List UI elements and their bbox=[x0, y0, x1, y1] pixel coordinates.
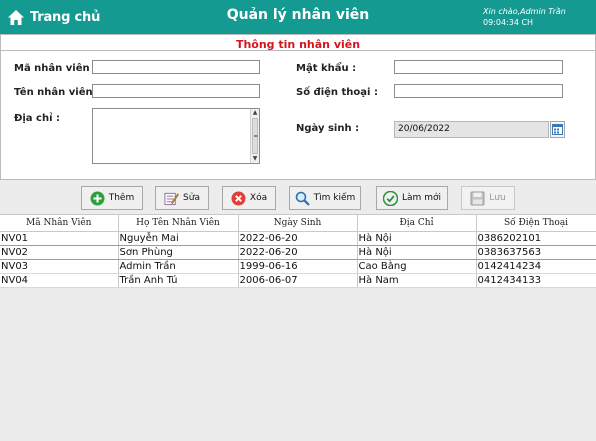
home-button[interactable]: Trang chủ bbox=[7, 7, 100, 27]
table-cell: 0412434133 bbox=[476, 273, 596, 288]
employee-table-area: Mã Nhân Viên Họ Tên Nhân Viên Ngày Sinh … bbox=[0, 214, 596, 441]
home-icon bbox=[8, 9, 24, 25]
scroll-up-icon[interactable]: ▲ bbox=[251, 109, 259, 117]
plus-icon bbox=[90, 191, 105, 206]
refresh-button[interactable]: Làm mới bbox=[376, 186, 448, 210]
add-button[interactable]: Thêm bbox=[81, 186, 143, 210]
address-textarea[interactable] bbox=[93, 109, 250, 163]
employee-table: Mã Nhân Viên Họ Tên Nhân Viên Ngày Sinh … bbox=[0, 215, 596, 288]
search-button[interactable]: Tìm kiếm bbox=[289, 186, 361, 210]
table-cell: Cao Bằng bbox=[357, 259, 477, 274]
birthdate-field[interactable]: 20/06/2022 bbox=[394, 121, 549, 138]
table-cell: Trần Anh Tú bbox=[118, 273, 239, 288]
employee-id-label: Mã nhân viên : bbox=[14, 63, 98, 74]
table-cell: 0386202101 bbox=[476, 231, 596, 246]
table-cell: Sơn Phùng bbox=[118, 245, 239, 260]
save-label: Lưu bbox=[489, 193, 506, 203]
delete-label: Xóa bbox=[249, 193, 268, 203]
birthdate-label: Ngày sinh : bbox=[296, 123, 360, 134]
address-scrollbar[interactable]: ▲ ▼ bbox=[250, 109, 259, 163]
employee-id-input[interactable] bbox=[92, 60, 260, 74]
column-header-employee-id[interactable]: Mã Nhân Viên bbox=[0, 215, 119, 232]
app-header: Trang chủ Quản lý nhân viên Xin chào,Adm… bbox=[0, 0, 596, 34]
greeting-text: Xin chào,Admin Trần bbox=[483, 7, 566, 16]
scroll-thumb[interactable] bbox=[252, 118, 258, 154]
column-header-phone[interactable]: Số Điện Thoại bbox=[476, 215, 596, 232]
table-cell: Nguyễn Mai bbox=[118, 231, 239, 246]
table-cell: NV02 bbox=[0, 245, 119, 260]
table-row[interactable]: NV03 Admin Trần 1999-06-16 Cao Bằng 0142… bbox=[0, 259, 596, 274]
save-icon bbox=[470, 191, 485, 206]
table-cell: Hà Nội bbox=[357, 231, 477, 246]
search-icon bbox=[295, 191, 310, 206]
table-row[interactable]: NV01 Nguyễn Mai 2022-06-20 Hà Nội 038620… bbox=[0, 231, 596, 246]
search-label: Tìm kiếm bbox=[313, 193, 356, 203]
table-cell: 2022-06-20 bbox=[238, 245, 358, 260]
phone-input[interactable] bbox=[394, 84, 563, 98]
add-label: Thêm bbox=[108, 193, 135, 203]
employee-name-input[interactable] bbox=[92, 84, 260, 98]
column-header-birthdate[interactable]: Ngày Sinh bbox=[238, 215, 358, 232]
table-cell: NV01 bbox=[0, 231, 119, 246]
table-cell: 2022-06-20 bbox=[238, 231, 358, 246]
table-header-row: Mã Nhân Viên Họ Tên Nhân Viên Ngày Sinh … bbox=[0, 215, 596, 232]
table-cell: Hà Nội bbox=[357, 245, 477, 260]
table-cell: Admin Trần bbox=[118, 259, 239, 274]
table-cell: NV04 bbox=[0, 273, 119, 288]
employee-info-panel: Thông tin nhân viên Mã nhân viên : Tên n… bbox=[0, 34, 596, 180]
column-header-address[interactable]: Địa Chỉ bbox=[357, 215, 477, 232]
edit-label: Sửa bbox=[183, 193, 200, 203]
column-header-full-name[interactable]: Họ Tên Nhân Viên bbox=[118, 215, 239, 232]
refresh-label: Làm mới bbox=[402, 193, 441, 203]
user-info: Xin chào,Admin Trần 09:04:34 CH bbox=[483, 6, 566, 28]
password-label: Mật khẩu : bbox=[296, 63, 357, 74]
edit-icon bbox=[164, 191, 179, 206]
delete-button[interactable]: Xóa bbox=[222, 186, 276, 210]
table-cell: NV03 bbox=[0, 259, 119, 274]
address-field: ▲ ▼ bbox=[92, 108, 260, 164]
save-button[interactable]: Lưu bbox=[461, 186, 515, 210]
delete-icon bbox=[231, 191, 246, 206]
home-label: Trang chủ bbox=[30, 9, 101, 25]
table-row[interactable]: NV04 Trần Anh Tú 2006-06-07 Hà Nam 04124… bbox=[0, 273, 596, 288]
employee-name-label: Tên nhân viên : bbox=[14, 87, 101, 98]
table-cell: 0383637563 bbox=[476, 245, 596, 260]
refresh-icon bbox=[383, 190, 399, 206]
phone-label: Số điện thoại : bbox=[296, 87, 378, 98]
table-row[interactable]: NV02 Sơn Phùng 2022-06-20 Hà Nội 0383637… bbox=[0, 245, 596, 260]
table-cell: 2006-06-07 bbox=[238, 273, 358, 288]
table-cell: 1999-06-16 bbox=[238, 259, 358, 274]
clock-text: 09:04:34 CH bbox=[483, 18, 534, 27]
table-cell: 0142414234 bbox=[476, 259, 596, 274]
password-input[interactable] bbox=[394, 60, 563, 74]
section-divider bbox=[1, 50, 595, 51]
table-cell: Hà Nam bbox=[357, 273, 477, 288]
edit-button[interactable]: Sửa bbox=[155, 186, 209, 210]
calendar-icon bbox=[552, 124, 563, 135]
scroll-down-icon[interactable]: ▼ bbox=[251, 155, 259, 163]
calendar-button[interactable] bbox=[550, 121, 565, 138]
address-label: Địa chỉ : bbox=[14, 113, 60, 124]
